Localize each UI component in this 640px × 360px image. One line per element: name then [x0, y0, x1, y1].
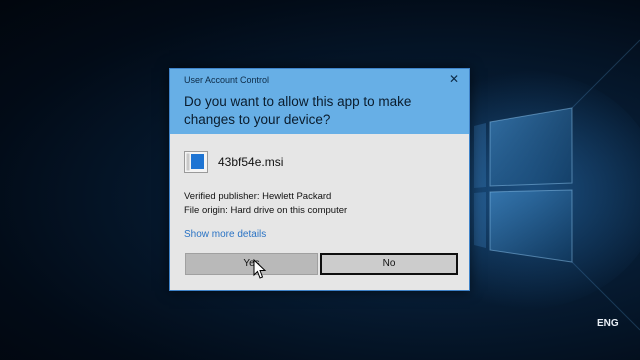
yes-button[interactable]: Yes	[185, 253, 318, 275]
language-indicator[interactable]: ENG	[597, 318, 619, 329]
dialog-caption: User Account Control	[184, 75, 270, 85]
uac-header: User Account Control ✕ Do you want to al…	[170, 69, 469, 134]
no-button[interactable]: No	[320, 253, 458, 275]
dialog-question: Do you want to allow this app to make ch…	[184, 94, 412, 127]
verified-publisher: Verified publisher: Hewlett Packard	[184, 191, 332, 202]
file-name: 43bf54e.msi	[218, 155, 284, 169]
close-icon[interactable]: ✕	[447, 72, 461, 86]
uac-dialog: User Account Control ✕ Do you want to al…	[169, 68, 470, 291]
publisher-details: Verified publisher: Hewlett Packard File…	[184, 190, 347, 218]
msi-file-icon	[184, 151, 208, 173]
mouse-pointer-icon	[253, 259, 267, 279]
show-more-details-link[interactable]: Show more details	[184, 229, 266, 240]
file-origin: File origin: Hard drive on this computer	[184, 205, 348, 216]
